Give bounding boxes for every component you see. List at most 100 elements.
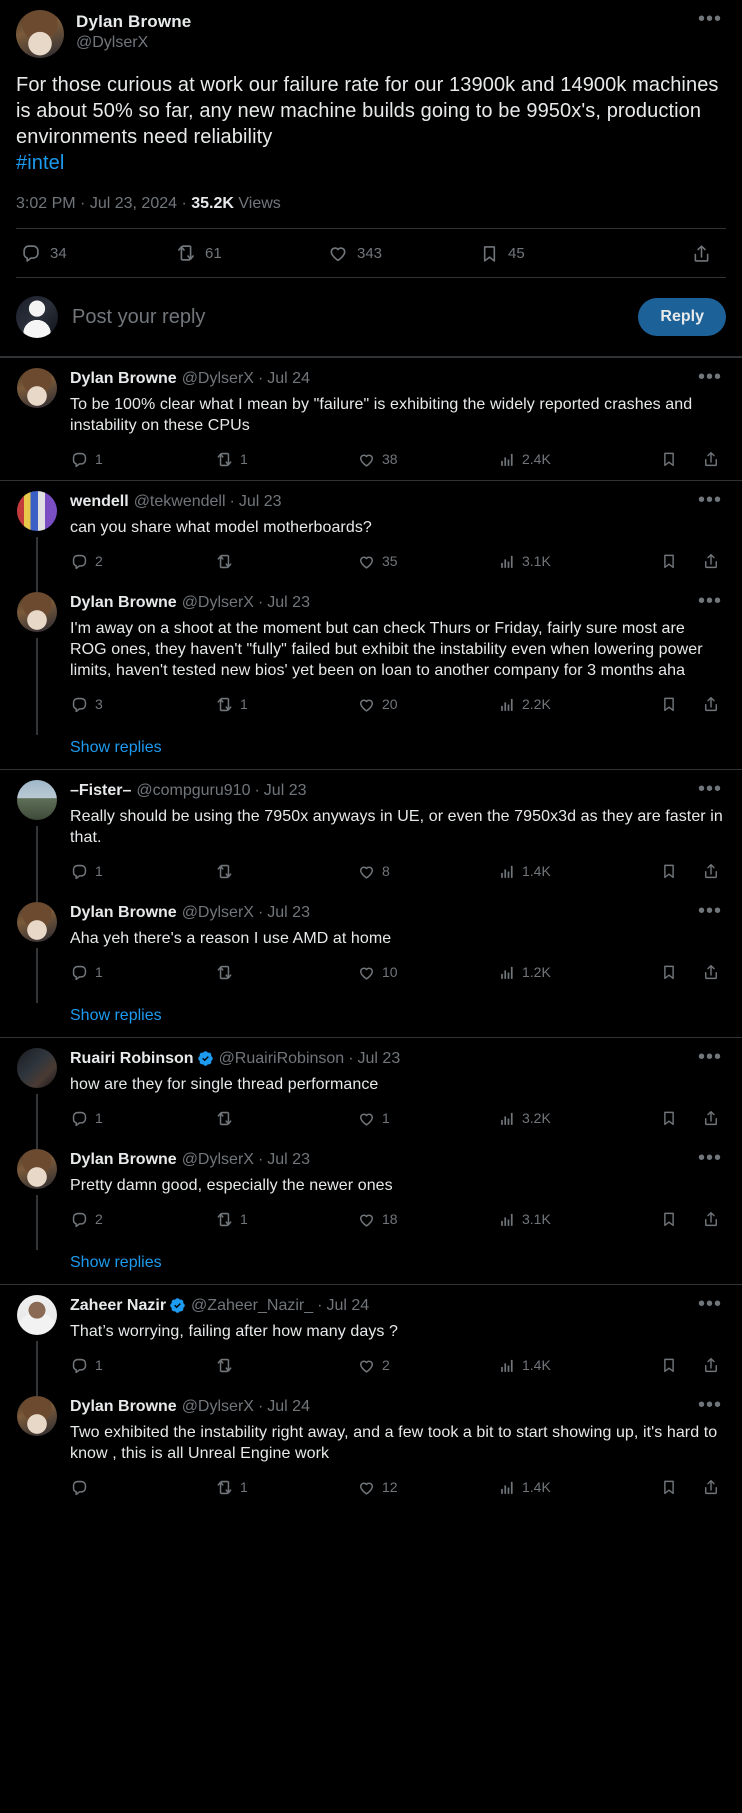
more-options-icon[interactable]: ••• xyxy=(690,1047,726,1072)
bookmark-button[interactable] xyxy=(660,1478,702,1496)
like-button[interactable]: 12 xyxy=(357,1478,499,1497)
bookmark-button[interactable] xyxy=(660,695,702,713)
more-options-icon[interactable]: ••• xyxy=(690,779,726,804)
main-like-button[interactable]: 343 xyxy=(327,242,479,264)
share-button[interactable] xyxy=(702,695,722,713)
bookmark-button[interactable] xyxy=(660,862,702,880)
reply-author[interactable]: Dylan Browne @DylserX · Jul 23 xyxy=(70,592,690,613)
reply-timestamp[interactable]: Jul 24 xyxy=(326,1295,369,1316)
show-replies-link[interactable]: Show replies xyxy=(58,1252,162,1273)
reply-button[interactable]: 2 xyxy=(70,552,215,571)
reply-handle[interactable]: @DylserX xyxy=(182,1149,254,1170)
views-button[interactable]: 3.2K xyxy=(499,1110,649,1127)
reply-input[interactable]: Post your reply xyxy=(72,306,624,329)
views-button[interactable]: 2.2K xyxy=(499,696,649,713)
like-button[interactable]: 35 xyxy=(357,552,499,571)
like-button[interactable]: 1 xyxy=(357,1109,499,1128)
dylan-browne-avatar[interactable] xyxy=(17,592,57,632)
wendell-avatar[interactable] xyxy=(17,491,57,531)
reply-handle[interactable]: @DylserX xyxy=(182,902,254,923)
main-tweet-author[interactable]: Dylan Browne @DylserX xyxy=(76,10,678,53)
share-button[interactable] xyxy=(702,963,722,981)
reply-button[interactable]: 3 xyxy=(70,695,215,714)
share-button[interactable] xyxy=(702,1356,722,1374)
reply-timestamp[interactable]: Jul 23 xyxy=(267,592,310,613)
reply-button[interactable]: 1 xyxy=(70,450,215,469)
reply-handle[interactable]: @RuairiRobinson xyxy=(219,1048,345,1069)
reply-timestamp[interactable]: Jul 23 xyxy=(264,780,307,801)
views-button[interactable]: 1.4K xyxy=(499,1357,649,1374)
dylan-browne-avatar[interactable] xyxy=(17,902,57,942)
reply-display-name[interactable]: Zaheer Nazir xyxy=(70,1295,166,1316)
reply-timestamp[interactable]: Jul 23 xyxy=(267,902,310,923)
main-reply-button[interactable]: 34 xyxy=(20,242,175,264)
like-button[interactable]: 20 xyxy=(357,695,499,714)
dylan-browne-avatar[interactable] xyxy=(17,1149,57,1189)
reply-tweet[interactable]: wendell @tekwendell · Jul 23 ••• can you shar… xyxy=(0,480,742,592)
reply-display-name[interactable]: –Fister– xyxy=(70,780,131,801)
main-tweet-handle[interactable]: @DylserX xyxy=(76,32,678,53)
retweet-button[interactable] xyxy=(215,1109,357,1128)
views-button[interactable]: 3.1K xyxy=(499,1211,649,1228)
reply-tweet[interactable]: Dylan Browne @DylserX · Jul 23 ••• Aha yeh th… xyxy=(0,892,742,1003)
main-tweet-avatar[interactable] xyxy=(16,10,64,58)
like-button[interactable]: 8 xyxy=(357,862,499,881)
views-button[interactable]: 1.4K xyxy=(499,863,649,880)
reply-display-name[interactable]: Dylan Browne xyxy=(70,1149,177,1170)
more-options-icon[interactable]: ••• xyxy=(690,1148,726,1173)
more-options-icon[interactable]: ••• xyxy=(690,591,726,616)
share-button[interactable] xyxy=(702,450,722,468)
reply-author[interactable]: Dylan Browne @DylserX · Jul 24 xyxy=(70,368,690,389)
views-button[interactable]: 3.1K xyxy=(499,553,649,570)
main-tweet[interactable]: Dylan Browne @DylserX ••• For those curi… xyxy=(0,0,742,278)
more-options-icon[interactable]: ••• xyxy=(690,901,726,926)
more-options-icon[interactable]: ••• xyxy=(690,1294,726,1319)
reply-timestamp[interactable]: Jul 24 xyxy=(267,1396,310,1417)
share-button[interactable] xyxy=(702,1478,722,1496)
main-bookmark-button[interactable]: 45 xyxy=(479,243,629,264)
reply-button[interactable]: 1 xyxy=(70,1356,215,1375)
show-replies-row[interactable]: Show replies xyxy=(0,725,742,769)
more-options-icon[interactable]: ••• xyxy=(690,1395,726,1420)
retweet-button[interactable] xyxy=(215,862,357,881)
dylan-browne-avatar[interactable] xyxy=(17,1396,57,1436)
like-button[interactable]: 18 xyxy=(357,1210,499,1229)
reply-handle[interactable]: @DylserX xyxy=(182,368,254,389)
show-replies-link[interactable]: Show replies xyxy=(58,737,162,758)
reply-display-name[interactable]: Ruairi Robinson xyxy=(70,1048,194,1069)
ruairi-robinson-avatar[interactable] xyxy=(17,1048,57,1088)
more-options-icon[interactable]: ••• xyxy=(690,367,726,392)
current-user-avatar[interactable] xyxy=(16,296,58,338)
reply-timestamp[interactable]: Jul 23 xyxy=(358,1048,401,1069)
reply-author[interactable]: wendell @tekwendell · Jul 23 xyxy=(70,491,690,512)
reply-button[interactable] xyxy=(70,1478,215,1497)
reply-timestamp[interactable]: Jul 23 xyxy=(239,491,282,512)
like-button[interactable]: 38 xyxy=(357,450,499,469)
reply-button[interactable]: 1 xyxy=(70,862,215,881)
reply-tweet[interactable]: Dylan Browne @DylserX · Jul 23 ••• I'm away o… xyxy=(0,582,742,735)
reply-tweet[interactable]: –Fister– @compguru910 · Jul 23 ••• Really sho… xyxy=(0,769,742,902)
show-replies-row[interactable]: Show replies xyxy=(0,993,742,1037)
reply-button[interactable]: 2 xyxy=(70,1210,215,1229)
reply-timestamp[interactable]: Jul 24 xyxy=(267,368,310,389)
views-button[interactable]: 1.2K xyxy=(499,964,649,981)
reply-tweet[interactable]: Dylan Browne @DylserX · Jul 24 ••• Two exhibi… xyxy=(0,1386,742,1508)
bookmark-button[interactable] xyxy=(660,963,702,981)
reply-author[interactable]: Dylan Browne @DylserX · Jul 23 xyxy=(70,902,690,923)
reply-tweet[interactable]: Dylan Browne @DylserX · Jul 23 ••• Pretty dam… xyxy=(0,1139,742,1250)
reply-display-name[interactable]: Dylan Browne xyxy=(70,902,177,923)
retweet-button[interactable] xyxy=(215,1356,357,1375)
reply-handle[interactable]: @DylserX xyxy=(182,592,254,613)
reply-tweet[interactable]: Dylan Browne @DylserX · Jul 24 ••• To be 100%… xyxy=(0,357,742,480)
like-button[interactable]: 2 xyxy=(357,1356,499,1375)
reply-handle[interactable]: @compguru910 xyxy=(136,780,250,801)
share-button[interactable] xyxy=(702,552,722,570)
retweet-button[interactable]: 1 xyxy=(215,450,357,469)
hashtag-intel-link[interactable]: #intel xyxy=(16,152,64,174)
reply-button[interactable]: 1 xyxy=(70,963,215,982)
main-retweet-button[interactable]: 61 xyxy=(175,242,327,264)
show-replies-link[interactable]: Show replies xyxy=(58,1005,162,1026)
bookmark-button[interactable] xyxy=(660,1356,702,1374)
fister-avatar[interactable] xyxy=(17,780,57,820)
zaheer-nazir-avatar[interactable] xyxy=(17,1295,57,1335)
